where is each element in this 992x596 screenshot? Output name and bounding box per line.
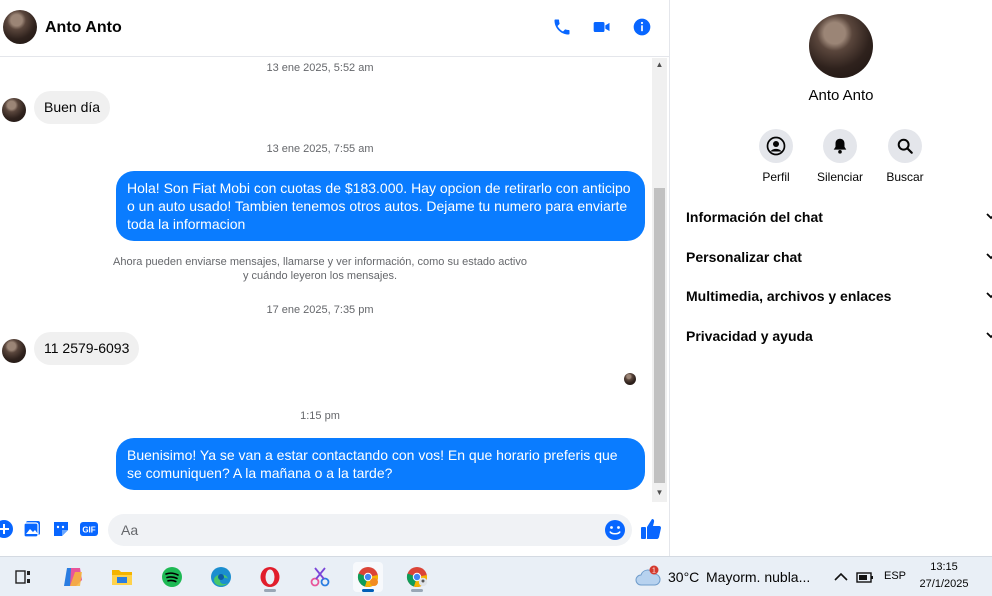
- active-indicator: [362, 589, 374, 592]
- profile-name: Anto Anto: [808, 87, 874, 104]
- messenger-window: Anto Anto 13 ene 2025, 5:52 am Buen día …: [0, 0, 992, 596]
- contact-avatar-small[interactable]: [2, 98, 26, 122]
- weather-alert-badge: 1: [652, 568, 656, 575]
- phone-call-icon[interactable]: [551, 16, 573, 38]
- scroll-down-arrow-icon[interactable]: ▼: [652, 488, 667, 498]
- battery-network-icon[interactable]: [850, 562, 880, 592]
- copilot-icon[interactable]: [58, 562, 88, 592]
- timestamp: 13 ene 2025, 5:52 am: [266, 62, 374, 74]
- message-composer: GIF: [0, 506, 670, 554]
- thumbs-up-icon[interactable]: [640, 517, 662, 541]
- input-language[interactable]: ESP: [884, 570, 906, 582]
- profile-button[interactable]: Perfil: [744, 129, 808, 184]
- seen-receipt-avatar: [624, 373, 636, 385]
- profile-avatar[interactable]: [809, 14, 873, 78]
- snipping-tool-icon[interactable]: [305, 562, 335, 592]
- mute-label: Silenciar: [816, 170, 864, 184]
- info-icon[interactable]: [631, 16, 653, 38]
- timestamp: 13 ene 2025, 7:55 am: [266, 143, 374, 155]
- search-icon: [888, 129, 922, 163]
- weather-cloud-icon[interactable]: 1: [633, 562, 663, 592]
- gif-icon[interactable]: GIF: [79, 519, 99, 539]
- chat-header: Anto Anto: [0, 0, 670, 57]
- opera-icon[interactable]: [255, 562, 285, 592]
- scroll-up-arrow-icon[interactable]: ▲: [652, 60, 667, 70]
- outgoing-message[interactable]: Buenisimo! Ya se van a estar contactando…: [116, 438, 645, 490]
- timestamp: 17 ene 2025, 7:35 pm: [266, 304, 374, 316]
- chevron-down-icon: [986, 249, 992, 266]
- spotify-icon[interactable]: [157, 562, 187, 592]
- message-scrollbar[interactable]: ▲ ▼: [652, 58, 667, 502]
- section-label: Multimedia, archivos y enlaces: [686, 288, 892, 304]
- profile-label: Perfil: [762, 170, 790, 184]
- section-label: Privacidad y ayuda: [686, 328, 813, 344]
- search-button[interactable]: Buscar: [873, 129, 937, 184]
- svg-text:GIF: GIF: [82, 526, 95, 535]
- system-notice: Ahora pueden enviarse mensajes, llamarse…: [100, 255, 540, 283]
- chevron-down-icon: [986, 328, 992, 345]
- running-indicator: [411, 589, 423, 592]
- sticker-icon[interactable]: [51, 519, 71, 539]
- search-label: Buscar: [886, 170, 924, 184]
- running-indicator: [264, 589, 276, 592]
- section-chat-info[interactable]: Información del chat: [686, 209, 992, 225]
- chrome-profile-icon[interactable]: [402, 562, 432, 592]
- plus-icon[interactable]: [0, 519, 14, 539]
- emoji-icon[interactable]: [604, 519, 626, 541]
- chevron-down-icon: [986, 209, 992, 226]
- weather-temperature[interactable]: 30°C: [668, 569, 699, 585]
- task-view-icon[interactable]: [8, 562, 38, 592]
- bell-icon: [823, 129, 857, 163]
- contact-avatar-small[interactable]: [2, 339, 26, 363]
- clock-time[interactable]: 13:15: [918, 561, 970, 573]
- message-input[interactable]: [108, 514, 632, 546]
- system-notice-line: y cuándo leyeron los mensajes.: [242, 270, 398, 282]
- weather-description[interactable]: Mayorm. nubla...: [706, 569, 810, 585]
- section-media-files[interactable]: Multimedia, archivos y enlaces: [686, 288, 992, 304]
- windows-taskbar: 1 30°C Mayorm. nubla... ESP 13:15 27/1/2…: [0, 556, 992, 596]
- chevron-down-icon: [986, 288, 992, 305]
- message-list: 13 ene 2025, 5:52 am Buen día 13 ene 202…: [0, 58, 652, 500]
- chat-pane: Anto Anto 13 ene 2025, 5:52 am Buen día …: [0, 0, 670, 556]
- chat-info-pane: Anto Anto Perfil Silenciar Buscar Inform…: [671, 0, 992, 556]
- incoming-message[interactable]: 11 2579-6093: [34, 332, 140, 365]
- section-privacy-help[interactable]: Privacidad y ayuda: [686, 328, 992, 344]
- outgoing-message[interactable]: Hola! Son Fiat Mobi con cuotas de $183.0…: [116, 171, 645, 241]
- mute-button[interactable]: Silenciar: [808, 129, 872, 184]
- scroll-thumb[interactable]: [654, 188, 665, 483]
- file-explorer-icon[interactable]: [107, 562, 137, 592]
- timestamp: 1:15 pm: [300, 410, 340, 422]
- incoming-message[interactable]: Buen día: [34, 91, 111, 124]
- system-notice-line: Ahora pueden enviarse mensajes, llamarse…: [113, 256, 527, 268]
- gallery-icon[interactable]: [22, 519, 42, 539]
- section-customize-chat[interactable]: Personalizar chat: [686, 249, 992, 265]
- profile-icon: [759, 129, 793, 163]
- contact-avatar[interactable]: [3, 10, 37, 44]
- clock-date[interactable]: 27/1/2025: [918, 578, 970, 590]
- video-call-icon[interactable]: [591, 16, 613, 38]
- contact-name[interactable]: Anto Anto: [45, 19, 122, 37]
- section-label: Información del chat: [686, 209, 823, 225]
- chrome-icon[interactable]: [353, 562, 383, 592]
- section-label: Personalizar chat: [686, 249, 802, 265]
- edge-browser-icon[interactable]: [206, 562, 236, 592]
